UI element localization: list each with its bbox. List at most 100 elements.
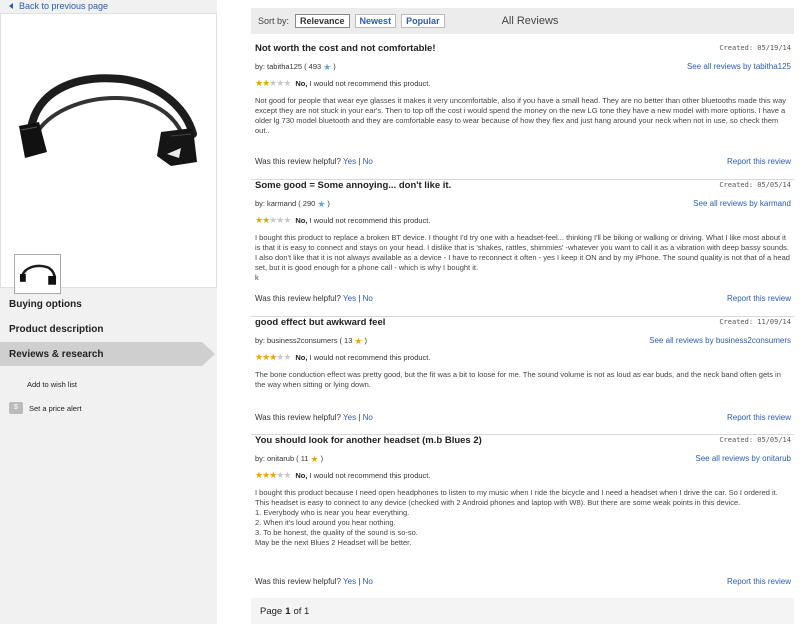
review-body: The bone conduction effect was pretty go… (255, 370, 781, 389)
rating-stars: ★ ★ ★ ★ ★ (255, 215, 291, 226)
product-thumbnail[interactable] (14, 254, 61, 294)
left-sidebar: Back to previous page Buying options Pro… (0, 0, 217, 624)
report-review-link[interactable]: Report this review (727, 577, 791, 586)
nav-product-description[interactable]: Product description (0, 317, 217, 341)
pagination: Page 1 of 1 (251, 598, 794, 624)
helpful-yes-link[interactable]: Yes (343, 413, 356, 422)
all-reviews-heading: All Reviews (501, 15, 559, 27)
helpful-separator: | (358, 294, 361, 303)
rating-star-icon: ★ (276, 78, 284, 88)
report-review-link[interactable]: Report this review (727, 157, 791, 166)
sort-bar: Sort by: Relevance Newest Popular All Re… (251, 8, 794, 34)
report-review-link[interactable]: Report this review (727, 413, 791, 422)
recommendation: No, I would not recommend this product. (295, 79, 430, 88)
review-rating: ★ ★ ★ ★ ★ No, I would not recommend this prod… (255, 470, 430, 481)
sort-relevance-button[interactable]: Relevance (295, 14, 350, 28)
rating-star-icon: ★ (276, 215, 284, 225)
helpful-no-link[interactable]: No (363, 157, 373, 166)
reviewer-star-icon: ★ (354, 335, 363, 346)
review-created-date: Created: 11/09/14 (719, 318, 791, 326)
review-byline: by: business2consumers( 13 ★) (255, 336, 367, 345)
page-suffix: of 1 (293, 605, 310, 617)
see-all-reviews-link[interactable]: See all reviews by onitarub (695, 454, 791, 463)
by-label: by: (255, 199, 266, 208)
rating-star-icon: ★ (283, 215, 291, 225)
review-item: Some good = Some annoying... don't like … (251, 180, 794, 317)
rating-star-icon: ★ (262, 78, 270, 88)
reviewer-count-close: ) (364, 336, 367, 345)
reviewer-star-icon: ★ (323, 61, 332, 72)
rating-star-icon: ★ (283, 470, 291, 480)
helpful-question: Was this review helpful? (255, 577, 341, 586)
recommendation-text: I would not recommend this product. (307, 216, 431, 225)
reviewer-count: ( 493 (304, 62, 322, 71)
sort-popular-button[interactable]: Popular (401, 14, 445, 28)
recommendation: No, I would not recommend this product. (295, 353, 430, 362)
review-byline: by: karmand( 290 ★) (255, 199, 330, 208)
review-created-date: Created: 05/19/14 (719, 44, 791, 52)
reviewer-count: ( 11 (296, 454, 309, 463)
review-rating: ★ ★ ★ ★ ★ No, I would not recommend this prod… (255, 215, 430, 226)
rating-star-icon: ★ (262, 470, 270, 480)
review-helpful: Was this review helpful? Yes | No (255, 157, 373, 166)
rating-star-icon: ★ (269, 215, 277, 225)
recommendation-text: I would not recommend this product. (307, 471, 431, 480)
nav-reviews-research[interactable]: Reviews & research (0, 342, 215, 366)
helpful-yes-link[interactable]: Yes (343, 294, 356, 303)
rating-star-icon: ★ (276, 470, 284, 480)
rating-stars: ★ ★ ★ ★ ★ (255, 352, 291, 363)
rating-stars: ★ ★ ★ ★ ★ (255, 470, 291, 481)
by-label: by: (255, 454, 266, 463)
reviewer-count-close: ) (320, 454, 324, 463)
reviews-main: Sort by: Relevance Newest Popular All Re… (251, 8, 794, 601)
see-all-reviews-link[interactable]: See all reviews by karmand (693, 199, 791, 208)
sort-newest-button[interactable]: Newest (354, 14, 397, 28)
helpful-no-link[interactable]: No (363, 577, 373, 586)
review-helpful: Was this review helpful? Yes | No (255, 294, 373, 303)
helpful-question: Was this review helpful? (255, 157, 341, 166)
review-title: Some good = Some annoying... don't like … (255, 180, 452, 191)
helpful-question: Was this review helpful? (255, 294, 341, 303)
helpful-separator: | (358, 413, 361, 422)
recommendation: No, I would not recommend this product. (295, 471, 430, 480)
reviewer-name: tabitha125 (267, 62, 303, 71)
helpful-yes-link[interactable]: Yes (343, 157, 356, 166)
see-all-reviews-link[interactable]: See all reviews by tabitha125 (687, 62, 791, 71)
helpful-separator: | (358, 157, 361, 166)
see-all-reviews-link[interactable]: See all reviews by business2consumers (649, 336, 791, 345)
reviewer-star-icon: ★ (317, 198, 326, 209)
page-prefix: Page (260, 605, 283, 617)
review-rating: ★ ★ ★ ★ ★ No, I would not recommend this prod… (255, 78, 430, 89)
by-label: by: (255, 62, 266, 71)
rating-star-icon: ★ (283, 78, 291, 88)
reviewer-star-icon: ★ (310, 453, 319, 464)
review-item: good effect but awkward feel Created: 11/… (251, 317, 794, 435)
rating-star-icon: ★ (255, 215, 263, 225)
recommendation-no: No, (295, 79, 308, 88)
reviewer-count: ( 13 (339, 336, 353, 345)
add-to-wish-list-link[interactable]: Add to wish list (27, 380, 77, 389)
review-title: Not worth the cost and not comfortable! (255, 43, 436, 54)
helpful-yes-link[interactable]: Yes (343, 577, 356, 586)
review-helpful: Was this review helpful? Yes | No (255, 413, 373, 422)
product-image (19, 74, 197, 166)
product-card (0, 13, 217, 294)
page-current: 1 (285, 605, 291, 617)
nav-buying-options[interactable]: Buying options (0, 292, 217, 316)
report-review-link[interactable]: Report this review (727, 294, 791, 303)
rating-star-icon: ★ (276, 352, 284, 362)
rating-star-icon: ★ (255, 352, 263, 362)
review-created-date: Created: 05/05/14 (719, 436, 791, 444)
recommendation-no: No, (295, 216, 308, 225)
helpful-separator: | (358, 577, 361, 586)
set-price-alert-link[interactable]: $ Set a price alert (9, 402, 82, 414)
recommendation-no: No, (295, 471, 308, 480)
helpful-no-link[interactable]: No (363, 294, 373, 303)
review-body: Not good for people that wear eye glasse… (255, 96, 786, 135)
by-label: by: (255, 336, 266, 345)
review-rating: ★ ★ ★ ★ ★ No, I would not recommend this prod… (255, 352, 430, 363)
rating-star-icon: ★ (269, 352, 277, 362)
back-link[interactable]: Back to previous page (9, 0, 108, 12)
review-title: You should look for another headset (m.b… (255, 435, 482, 446)
helpful-no-link[interactable]: No (363, 413, 373, 422)
